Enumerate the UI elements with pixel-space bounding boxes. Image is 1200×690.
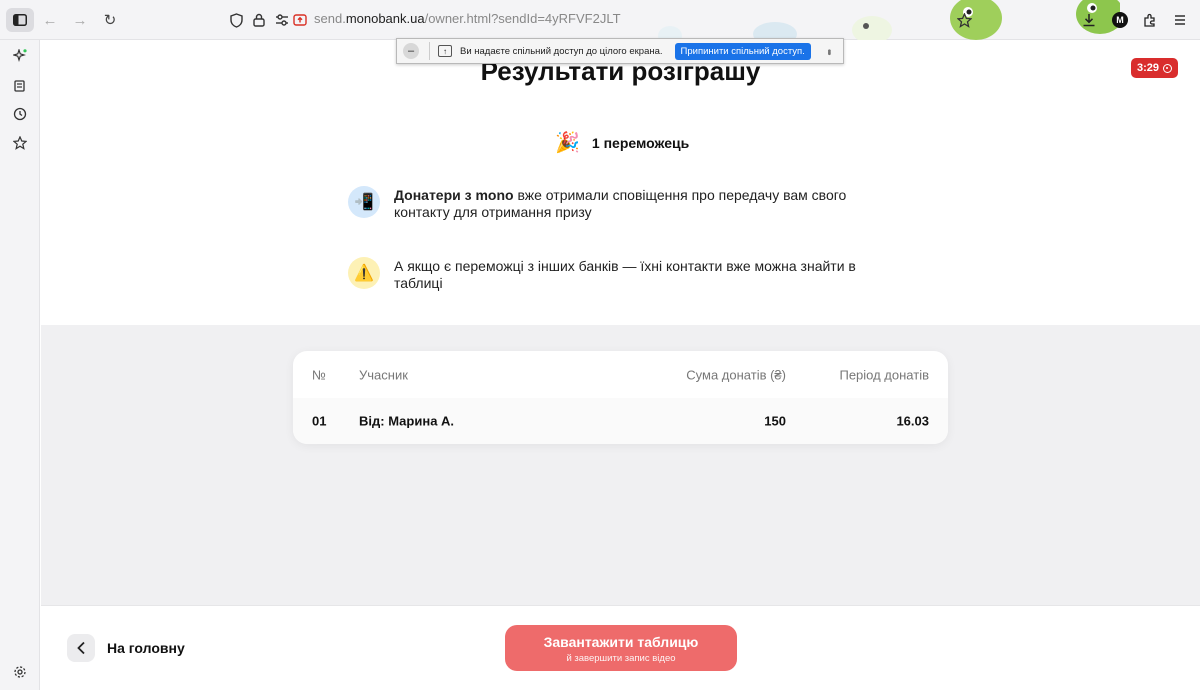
back-label[interactable]: На головну bbox=[107, 640, 185, 656]
timer-value: 3:29 bbox=[1137, 62, 1160, 74]
drag-handle-icon[interactable]: ••• bbox=[823, 49, 834, 54]
back-arrow-icon[interactable]: ← bbox=[38, 8, 62, 32]
browser-theme-illustration bbox=[640, 0, 1120, 40]
profile-initial: M bbox=[1112, 12, 1128, 28]
divider bbox=[429, 42, 430, 60]
winners-label: 1 переможець bbox=[591, 134, 690, 151]
warning-icon: ⚠️ bbox=[348, 257, 380, 289]
favorites-icon[interactable] bbox=[8, 131, 32, 155]
ai-sparkle-icon[interactable] bbox=[8, 44, 32, 68]
extensions-icon[interactable] bbox=[1138, 8, 1162, 32]
browser-toolbar: ← → ↻ send.monobank.ua/owner.html?sendId… bbox=[0, 0, 1200, 40]
row-period: 16.03 bbox=[896, 413, 929, 429]
winners-count: 🎉 1 переможець bbox=[555, 130, 689, 155]
download-label: Завантажити таблицю bbox=[543, 634, 699, 650]
menu-icon[interactable] bbox=[1168, 8, 1192, 32]
forward-arrow-icon[interactable]: → bbox=[68, 8, 92, 32]
phone-icon: 📲 bbox=[348, 186, 380, 218]
bookmark-star-icon[interactable] bbox=[952, 8, 976, 32]
browser-sidebar bbox=[0, 40, 40, 690]
row-name: Від: Марина А. bbox=[359, 413, 455, 429]
chevron-left-icon bbox=[77, 641, 85, 655]
url-host: monobank.ua bbox=[345, 11, 425, 26]
info-text: Донатери з mono вже отримали сповіщення … bbox=[394, 186, 868, 221]
url-path: /owner.html?sendId=4yRFVF2JLT bbox=[424, 11, 621, 26]
row-num: 01 bbox=[312, 413, 327, 429]
info-notice-mono: 📲 Донатери з mono вже отримали сповіщенн… bbox=[348, 186, 868, 221]
share-screen-icon: ↑ bbox=[438, 45, 452, 57]
info-text: А якщо є переможці з інших банків — їхні… bbox=[394, 258, 856, 291]
table-header: № Учасник Сума донатів (₴) Період донаті… bbox=[293, 351, 948, 398]
wallet-icon[interactable] bbox=[8, 74, 32, 98]
header-sum: Сума донатів (₴) bbox=[686, 367, 786, 382]
row-sum: 150 bbox=[764, 413, 786, 429]
back-button[interactable] bbox=[67, 634, 95, 662]
download-sublabel: й завершити запис відео bbox=[566, 653, 676, 664]
header-num: № bbox=[312, 367, 326, 382]
stop-sharing-button[interactable]: Припинити спільний доступ. bbox=[674, 42, 811, 60]
settings-gear-icon[interactable] bbox=[8, 660, 32, 684]
party-popper-icon: 🎉 bbox=[555, 132, 580, 154]
address-bar[interactable]: send.monobank.ua/owner.html?sendId=4yRFV… bbox=[314, 11, 621, 26]
download-icon[interactable] bbox=[1077, 8, 1101, 32]
minimize-icon[interactable]: – bbox=[403, 43, 419, 59]
info-bold: Донатери з mono bbox=[394, 187, 514, 203]
info-notice-other-banks: ⚠️ А якщо є переможці з інших банків — ї… bbox=[348, 257, 868, 292]
history-icon[interactable] bbox=[8, 102, 32, 126]
screen-share-icon[interactable] bbox=[288, 8, 312, 32]
record-icon bbox=[1163, 63, 1173, 73]
header-name: Учасник bbox=[359, 367, 408, 382]
lock-icon[interactable] bbox=[247, 8, 271, 32]
download-table-button[interactable]: Завантажити таблицю й завершити запис ві… bbox=[505, 625, 737, 671]
url-prefix: send. bbox=[314, 11, 346, 26]
screen-share-notice: – ↑ Ви надаєте спільний доступ до цілого… bbox=[396, 38, 844, 64]
table-row: 01 Від: Марина А. 150 16.03 bbox=[293, 398, 948, 444]
share-message: Ви надаєте спільний доступ до цілого екр… bbox=[460, 45, 663, 57]
results-table: № Учасник Сума донатів (₴) Період донаті… bbox=[293, 351, 948, 444]
sidebar-toggle-icon[interactable] bbox=[6, 8, 34, 32]
reload-icon[interactable]: ↻ bbox=[98, 8, 122, 32]
shield-icon[interactable] bbox=[224, 8, 248, 32]
header-period: Період донатів bbox=[839, 367, 929, 382]
profile-avatar[interactable]: M bbox=[1108, 8, 1132, 32]
recording-timer: 3:29 bbox=[1131, 58, 1179, 78]
